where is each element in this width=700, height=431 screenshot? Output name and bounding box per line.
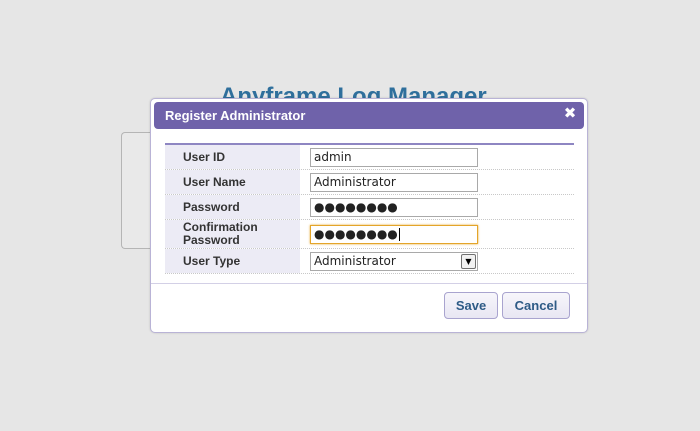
dialog-title: Register Administrator <box>165 108 306 123</box>
form-row-user-name: User Name Administrator <box>165 170 574 195</box>
user-type-label: User Type <box>165 249 300 273</box>
close-icon[interactable]: ✖ <box>563 106 577 122</box>
register-administrator-dialog: Register Administrator ✖ User ID admin U… <box>150 98 588 333</box>
user-type-select[interactable]: Administrator ▼ <box>310 251 478 271</box>
form-row-user-type: User Type Administrator ▼ <box>165 249 574 274</box>
user-id-label: User ID <box>165 145 300 169</box>
user-type-selected: Administrator <box>314 253 396 268</box>
button-divider <box>151 283 587 284</box>
user-name-label: User Name <box>165 170 300 194</box>
confirm-password-input[interactable]: ●●●●●●●● <box>310 224 478 244</box>
password-label: Password <box>165 195 300 219</box>
cancel-button[interactable]: Cancel <box>502 292 570 319</box>
text-caret <box>398 227 400 241</box>
user-name-input[interactable]: Administrator <box>310 172 478 192</box>
form-row-password: Password ●●●●●●●● <box>165 195 574 220</box>
confirm-password-label-line1: Confirmation <box>183 220 258 234</box>
form-row-confirm-password: Confirmation Password ●●●●●●●● <box>165 220 574 249</box>
form-row-user-id: User ID admin <box>165 145 574 170</box>
confirm-password-label-line2: Password <box>183 233 240 247</box>
confirm-password-label: Confirmation Password <box>165 220 300 248</box>
registration-form: User ID admin User Name Administrator Pa… <box>165 143 574 274</box>
password-input[interactable]: ●●●●●●●● <box>310 197 478 217</box>
dialog-titlebar[interactable]: Register Administrator ✖ <box>154 102 584 129</box>
save-button[interactable]: Save <box>444 292 498 319</box>
user-id-input[interactable]: admin <box>310 147 478 167</box>
dropdown-arrow-icon[interactable]: ▼ <box>461 253 476 269</box>
confirm-password-value: ●●●●●●●● <box>314 226 398 241</box>
